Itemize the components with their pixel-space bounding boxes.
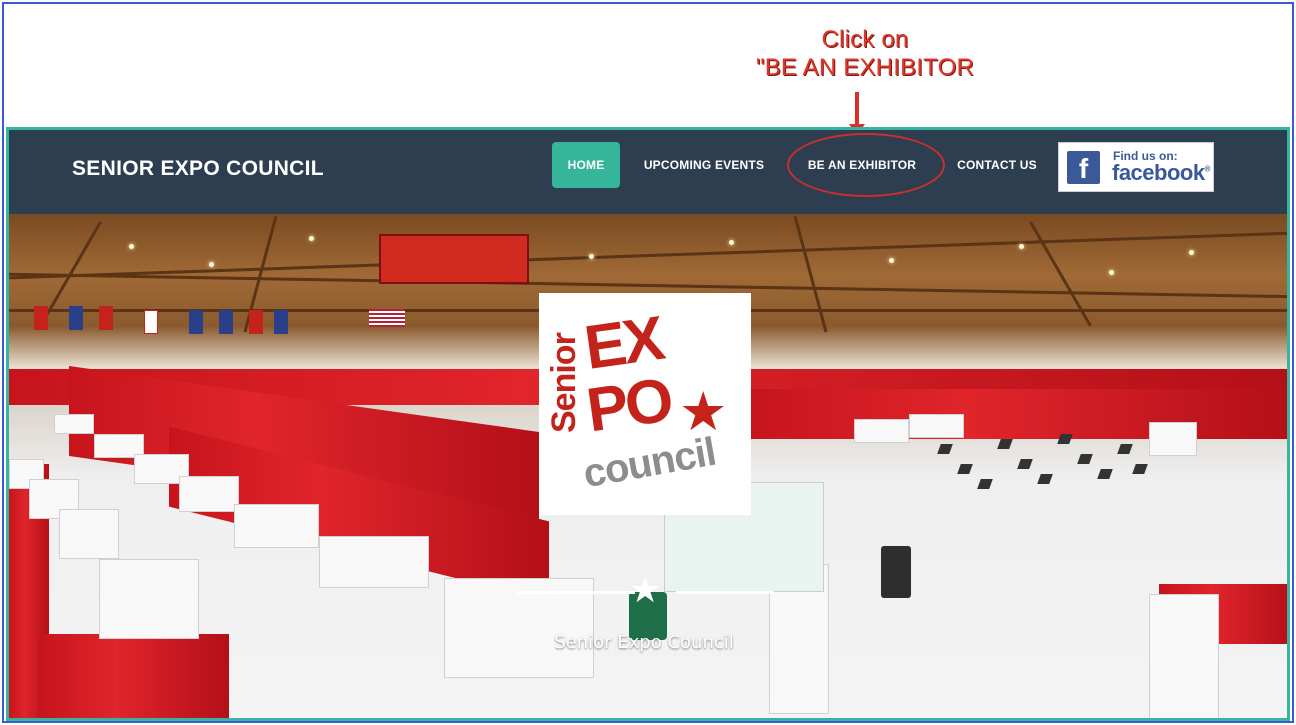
ceiling-light xyxy=(129,244,134,249)
facebook-icon: f xyxy=(1067,151,1100,184)
exhibit-table xyxy=(909,414,964,438)
chair xyxy=(1057,434,1073,444)
site-brand[interactable]: SENIOR EXPO COUNCIL xyxy=(72,157,324,181)
banner-flag xyxy=(144,310,158,334)
exhibit-table xyxy=(179,476,239,512)
exhibit-table xyxy=(54,414,94,434)
facebook-wordmark-text: facebook xyxy=(1112,160,1205,185)
booth-curtain xyxy=(39,634,229,718)
website-viewport: SENIOR EXPO COUNCIL HOME UPCOMING EVENTS… xyxy=(6,127,1290,721)
annotation-line-2: "BE AN EXHIBITOR xyxy=(755,54,974,81)
ceiling-light xyxy=(309,236,314,241)
banner-flag xyxy=(249,310,263,334)
annotation-callout: Click on "BE AN EXHIBITOR xyxy=(720,26,1010,82)
ceiling-light xyxy=(209,262,214,267)
ceiling-light xyxy=(589,254,594,259)
star-icon: ★ xyxy=(629,569,662,610)
chair xyxy=(1132,464,1148,474)
logo-po-text: PO xyxy=(582,365,675,446)
nav-be-an-exhibitor[interactable]: BE AN EXHIBITOR xyxy=(797,142,927,188)
logo-senior-text: Senior xyxy=(545,333,583,433)
annotation-line-1: Click on xyxy=(821,26,909,53)
trash-bin xyxy=(881,546,911,598)
chair xyxy=(1117,444,1133,454)
ceiling-beam xyxy=(9,231,1287,280)
chair xyxy=(977,479,993,489)
ceiling-light xyxy=(1109,270,1114,275)
nav-upcoming-events[interactable]: UPCOMING EVENTS xyxy=(634,142,774,188)
banner-flag xyxy=(189,310,203,334)
ceiling-light xyxy=(729,240,734,245)
booth-curtain xyxy=(749,389,1287,439)
ceiling-light xyxy=(1189,250,1194,255)
banner-flag xyxy=(274,310,288,334)
senior-expo-council-logo: Senior EX PO ★ council xyxy=(539,293,751,515)
ceiling-light xyxy=(1019,244,1024,249)
facebook-badge[interactable]: f Find us on: facebook® xyxy=(1058,142,1214,192)
hero-banner: Senior EX PO ★ council ★ Senior Expo Cou… xyxy=(9,214,1287,718)
exhibit-table xyxy=(1149,594,1219,718)
ceiling-rafter xyxy=(793,215,828,333)
hero-caption: Senior Expo Council xyxy=(554,632,734,653)
banner-flag xyxy=(99,306,113,330)
chair xyxy=(957,464,973,474)
facebook-wordmark: facebook® xyxy=(1112,160,1211,185)
exhibit-table xyxy=(59,509,119,559)
ceiling-light xyxy=(889,258,894,263)
american-flag xyxy=(369,309,405,327)
exhibit-table xyxy=(1149,422,1197,456)
chair xyxy=(1037,474,1053,484)
nav-contact-us[interactable]: CONTACT US xyxy=(947,142,1047,188)
exhibit-table xyxy=(319,536,429,588)
exhibit-table xyxy=(99,559,199,639)
banner-flag xyxy=(34,306,48,330)
chair xyxy=(1097,469,1113,479)
chair xyxy=(997,439,1013,449)
caption-divider-left xyxy=(517,591,635,594)
scoreboard xyxy=(379,234,529,284)
annotation-arrow xyxy=(855,92,859,126)
chair xyxy=(1017,459,1033,469)
chair xyxy=(1077,454,1093,464)
caption-divider-right xyxy=(676,591,774,594)
banner-flag xyxy=(219,310,233,334)
navbar: SENIOR EXPO COUNCIL HOME UPCOMING EVENTS… xyxy=(9,130,1287,214)
chair xyxy=(937,444,953,454)
nav-home[interactable]: HOME xyxy=(552,142,620,188)
banner-flag xyxy=(69,306,83,330)
exhibit-table xyxy=(234,504,319,548)
exhibit-table xyxy=(854,419,909,443)
